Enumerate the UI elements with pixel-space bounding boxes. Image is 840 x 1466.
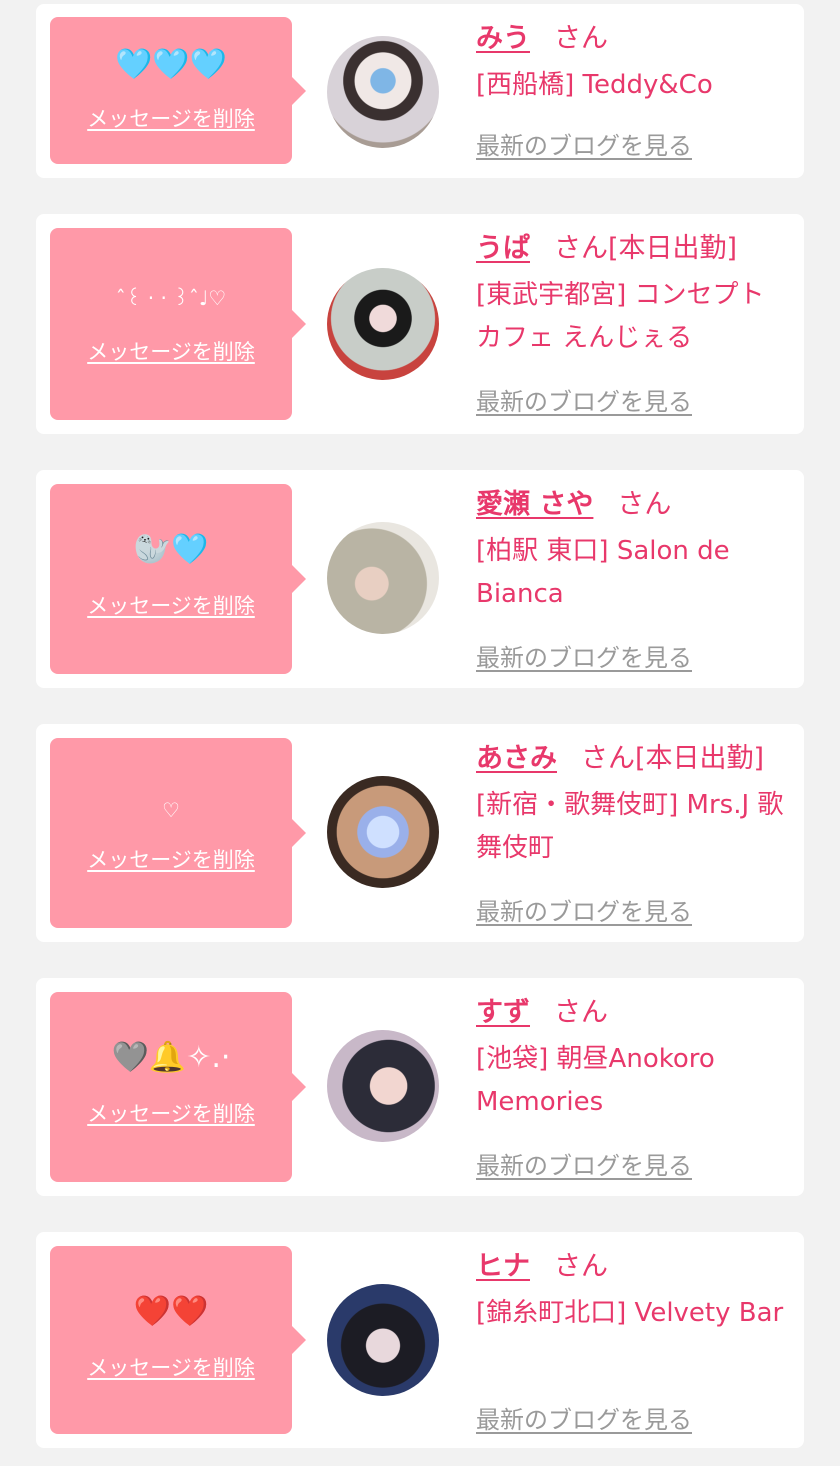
avatar[interactable] xyxy=(327,268,439,380)
delete-message-link[interactable]: メッセージを削除 xyxy=(50,336,292,366)
delete-message-link[interactable]: メッセージを削除 xyxy=(50,590,292,620)
delete-message-link[interactable]: メッセージを削除 xyxy=(50,1098,292,1128)
card-info: みう さん [西船橋] Teddy&Co xyxy=(476,22,790,107)
message-text: ❤️❤️ xyxy=(133,1294,209,1329)
honorific: さん xyxy=(554,997,608,1028)
honorific: さん xyxy=(581,743,635,774)
honorific: さん xyxy=(554,233,608,264)
delete-message-link[interactable]: メッセージを削除 xyxy=(50,1352,292,1382)
message-bubble: 🩵🩵🩵 メッセージを削除 xyxy=(50,17,292,164)
shop-name: [錦糸町北口] Velvety Bar xyxy=(476,1298,784,1328)
status-badge: [本日出勤] xyxy=(635,743,765,774)
latest-blog-link[interactable]: 最新のブログを見る xyxy=(476,638,692,673)
delete-message-link[interactable]: メッセージを削除 xyxy=(50,844,292,874)
message-bubble: ❤️❤️ メッセージを削除 xyxy=(50,1246,292,1434)
latest-blog-link[interactable]: 最新のブログを見る xyxy=(476,1400,692,1435)
message-text: 🩵🩵🩵 xyxy=(114,47,228,82)
shop-name: [柏駅 東口] Salon de Bianca xyxy=(476,536,730,609)
message-bubble: 🦭🩵 メッセージを削除 xyxy=(50,484,292,674)
user-name-link[interactable]: ヒナ xyxy=(476,1251,530,1282)
avatar[interactable] xyxy=(327,522,439,634)
avatar[interactable] xyxy=(327,1030,439,1142)
honorific: さん xyxy=(554,1251,608,1282)
user-name-link[interactable]: あさみ xyxy=(476,743,557,774)
user-name-link[interactable]: みう xyxy=(476,23,530,54)
honorific: さん xyxy=(554,23,608,54)
card-info: あさみ さん[本日出勤] [新宿・歌舞伎町] Mrs.J 歌舞伎町 xyxy=(476,742,790,870)
message-text: 🦭🩵 xyxy=(133,532,209,567)
latest-blog-link[interactable]: 最新のブログを見る xyxy=(476,382,692,417)
message-text: ˆ꒰ ‧ ‧ ꒱ˆ♩♡ xyxy=(115,286,227,310)
user-name-link[interactable]: うぱ xyxy=(476,233,530,264)
favorite-card: 🩵🩵🩵 メッセージを削除 みう さん [西船橋] Teddy&Co 最新のブログを… xyxy=(36,4,804,178)
shop-name: [西船橋] Teddy&Co xyxy=(476,70,713,100)
avatar[interactable] xyxy=(327,36,439,148)
favorite-card: ˆ꒰ ‧ ‧ ꒱ˆ♩♡ メッセージを削除 うぱ さん[本日出勤] [東武宇都宮] … xyxy=(36,214,804,434)
card-info: うぱ さん[本日出勤] [東武宇都宮] コンセプトカフェ えんじぇる xyxy=(476,232,790,360)
message-bubble: ♡ メッセージを削除 xyxy=(50,738,292,928)
status-badge: [本日出勤] xyxy=(608,233,738,264)
favorite-card: ♡ メッセージを削除 あさみ さん[本日出勤] [新宿・歌舞伎町] Mrs.J 歌… xyxy=(36,724,804,942)
card-info: すず さん [池袋] 朝昼Anokoro Memories xyxy=(476,996,790,1124)
user-name-link[interactable]: 愛瀬 さや xyxy=(476,489,593,520)
latest-blog-link[interactable]: 最新のブログを見る xyxy=(476,126,692,161)
latest-blog-link[interactable]: 最新のブログを見る xyxy=(476,1146,692,1181)
message-text: ♡ xyxy=(162,798,180,822)
shop-name: [新宿・歌舞伎町] Mrs.J 歌舞伎町 xyxy=(476,790,784,863)
message-bubble: ˆ꒰ ‧ ‧ ꒱ˆ♩♡ メッセージを削除 xyxy=(50,228,292,420)
honorific: さん xyxy=(617,489,672,520)
favorite-card: ❤️❤️ メッセージを削除 ヒナ さん [錦糸町北口] Velvety Bar 最… xyxy=(36,1232,804,1448)
user-name-link[interactable]: すず xyxy=(476,997,530,1028)
latest-blog-link[interactable]: 最新のブログを見る xyxy=(476,892,692,927)
avatar[interactable] xyxy=(327,1284,439,1396)
card-info: ヒナ さん [錦糸町北口] Velvety Bar xyxy=(476,1250,790,1335)
delete-message-link[interactable]: メッセージを削除 xyxy=(50,103,292,133)
favorite-card: 🦭🩵 メッセージを削除 愛瀬 さや さん [柏駅 東口] Salon de Bia… xyxy=(36,470,804,688)
message-text: 🩶🔔✧.· xyxy=(111,1040,231,1075)
favorite-card: 🩶🔔✧.· メッセージを削除 すず さん [池袋] 朝昼Anokoro Memor… xyxy=(36,978,804,1196)
shop-name: [東武宇都宮] コンセプトカフェ えんじぇる xyxy=(476,280,765,353)
message-bubble: 🩶🔔✧.· メッセージを削除 xyxy=(50,992,292,1182)
card-info: 愛瀬 さや さん [柏駅 東口] Salon de Bianca xyxy=(476,488,790,616)
avatar[interactable] xyxy=(327,776,439,888)
shop-name: [池袋] 朝昼Anokoro Memories xyxy=(476,1044,715,1117)
